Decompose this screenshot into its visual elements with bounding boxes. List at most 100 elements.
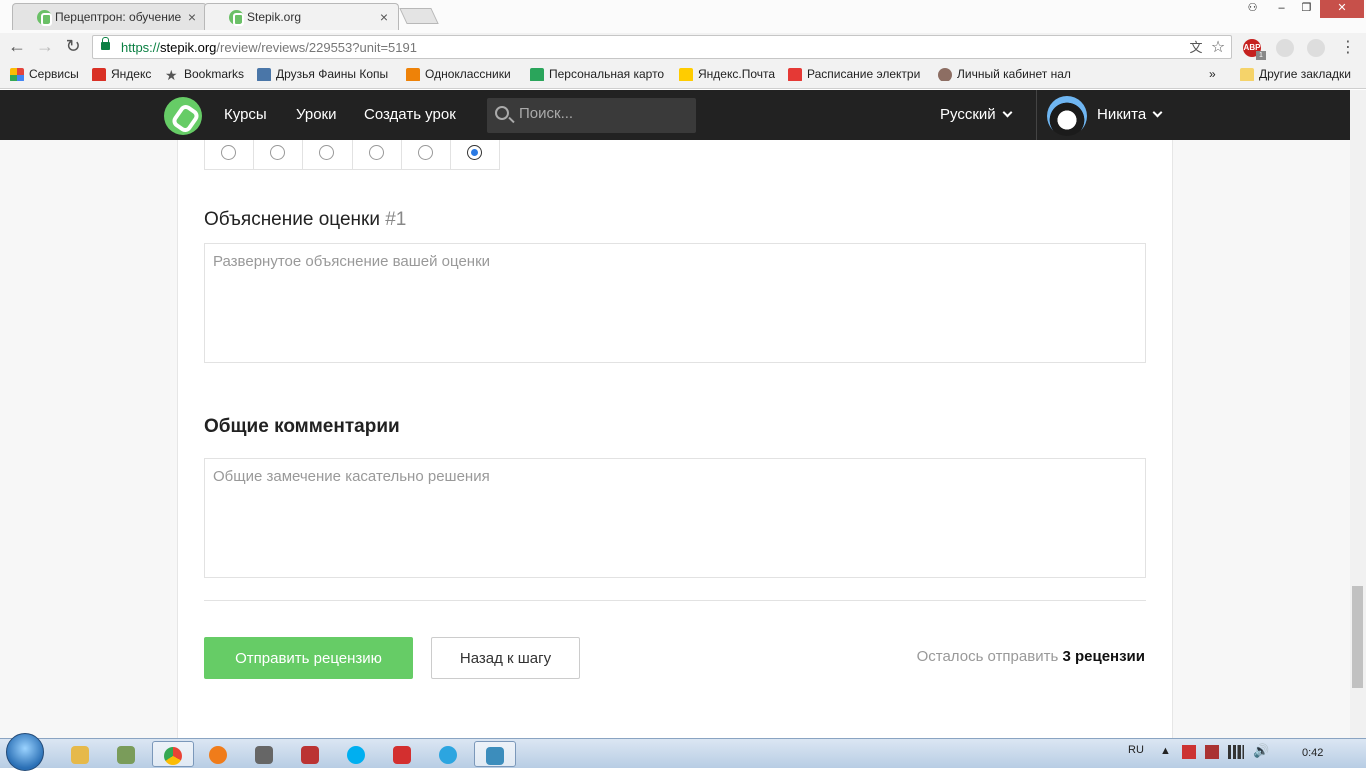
scrollbar-thumb[interactable] [1352,586,1363,688]
radio-button[interactable] [466,145,482,160]
reload-icon[interactable]: ↻ [62,36,84,58]
taskbar-abacus[interactable] [290,741,330,767]
train-icon [788,68,802,81]
mail-icon [679,68,693,81]
rating-option[interactable] [205,140,255,169]
rating-option[interactable] [451,140,499,169]
remaining-count: 3 рецензии [1062,648,1145,665]
rating-option[interactable] [303,140,353,169]
search-input[interactable] [519,105,689,122]
radio-button[interactable] [270,145,286,160]
antivirus-icon[interactable] [1205,745,1219,759]
skype-icon [347,745,365,764]
explanation-heading: Объяснение оценки #1 [204,209,407,230]
close-window-button[interactable]: ✕ [1320,0,1364,18]
star-icon: ★ [165,67,178,81]
taskbar-vivaldi[interactable] [382,741,422,767]
maximize-button[interactable]: ❐ [1293,0,1320,18]
explanation-textarea[interactable] [204,243,1146,363]
network-error-icon[interactable] [1182,745,1196,759]
apps-grid-icon [10,68,24,81]
submit-review-button[interactable]: Отправить рецензию [204,637,413,679]
stepik-logo-icon[interactable] [164,97,202,135]
chrome-menu-icon[interactable]: ⋮ [1340,37,1356,57]
page-scrollbar[interactable] [1350,90,1366,738]
minimize-button[interactable]: – [1268,0,1295,18]
new-tab-button[interactable] [399,8,439,24]
taskbar-calculator[interactable] [244,741,284,767]
nav-lessons-link[interactable]: Уроки [296,106,336,123]
nav-create-lesson-link[interactable]: Создать урок [364,106,456,123]
user-menu-dropdown[interactable]: Никита [1097,106,1163,123]
tax-icon [938,68,952,81]
taskbar-app-orange[interactable] [198,741,238,767]
puzzle-extension-icon[interactable] [1307,39,1325,57]
tab-close-icon[interactable]: × [188,4,196,30]
comments-textarea[interactable] [204,458,1146,578]
language-dropdown[interactable]: Русский [940,106,1013,123]
back-to-step-button[interactable]: Назад к шагу [431,637,580,679]
address-bar[interactable]: https://stepik.org/review/reviews/229553… [92,35,1232,59]
bookmark-star-icon[interactable]: ☆ [1209,39,1227,57]
taskbar-telegram[interactable] [428,741,468,767]
clock[interactable]: 0:42 [1302,747,1323,759]
bookmark-tax-cabinet[interactable]: Личный кабинет нал [938,67,1075,81]
taskbar-paint[interactable] [474,741,516,767]
page-content: Объяснение оценки #1 Общие комментарии О… [0,140,1350,738]
bookmark-train-schedule[interactable]: Расписание электри [788,67,925,81]
bookmark-yandex-mail[interactable]: Яндекс.Почта [679,67,775,81]
bookmark-yandex[interactable]: Яндекс [92,67,151,81]
shield-extension-icon[interactable] [1276,39,1294,57]
radio-button[interactable] [368,145,384,160]
nav-courses-link[interactable]: Курсы [224,106,267,123]
taskbar-skype[interactable] [336,741,376,767]
rating-option[interactable] [353,140,402,169]
tab-title: Перцептрон: обучение [55,10,182,24]
taskbar-explorer[interactable] [60,741,100,767]
taskbar-recycle[interactable] [106,741,146,767]
volume-icon[interactable]: 🔊 [1253,743,1269,759]
paint-icon [486,746,504,765]
ok-icon [406,68,420,81]
rating-option[interactable] [402,140,451,169]
back-arrow-icon[interactable]: ← [6,36,28,58]
folder-icon [71,745,89,764]
avatar[interactable] [1047,96,1087,136]
search-icon [495,106,509,120]
adblock-badge: 1 [1256,51,1266,60]
rating-option[interactable] [254,140,304,169]
radio-button[interactable] [221,145,237,160]
taskbar-chrome[interactable] [152,741,194,767]
bookmark-personal-card[interactable]: Персональная карто [530,67,664,81]
rating-scale [204,140,500,170]
bookmark-odnoklassniki[interactable]: Одноклассники [406,67,511,81]
other-bookmarks[interactable]: Другие закладки [1240,67,1351,81]
browser-tab-stepik[interactable]: Stepik.org × [204,3,399,30]
yandex-icon [92,68,106,81]
show-hidden-icons[interactable]: ▲ [1160,745,1171,757]
bookmark-services[interactable]: Сервисы [10,67,79,81]
explanation-number: #1 [385,209,407,230]
tab-close-icon[interactable]: × [380,4,388,30]
profile-icon[interactable]: ⚇ [1239,0,1266,18]
translate-icon[interactable]: 文 [1187,39,1205,57]
bookmarks-overflow-button[interactable]: » [1209,67,1216,81]
stepik-navbar: Курсы Уроки Создать урок Русский Никита [0,90,1366,140]
navbar-divider [1036,90,1037,140]
radio-button[interactable] [417,145,433,160]
start-button[interactable] [6,733,44,771]
stepik-favicon-icon [229,10,244,26]
vivaldi-icon [393,745,411,764]
radio-button[interactable] [319,145,335,160]
bookmark-vk[interactable]: Друзья Фаины Копы [257,67,392,81]
browser-tab-perceptron[interactable]: Перцептрон: обучение × [12,3,207,30]
language-indicator[interactable]: RU [1128,744,1144,756]
app-icon [209,745,227,764]
chevron-down-icon [1152,107,1163,118]
divider [204,600,1146,601]
bookmarks-bar: Сервисы Яндекс ★ Bookmarks Друзья Фаины К… [0,62,1366,89]
signal-icon[interactable] [1228,745,1244,759]
bookmark-bookmarks[interactable]: ★ Bookmarks [165,67,244,81]
url-text: https://stepik.org/review/reviews/229553… [121,40,417,55]
forward-arrow-icon[interactable]: → [34,36,56,58]
